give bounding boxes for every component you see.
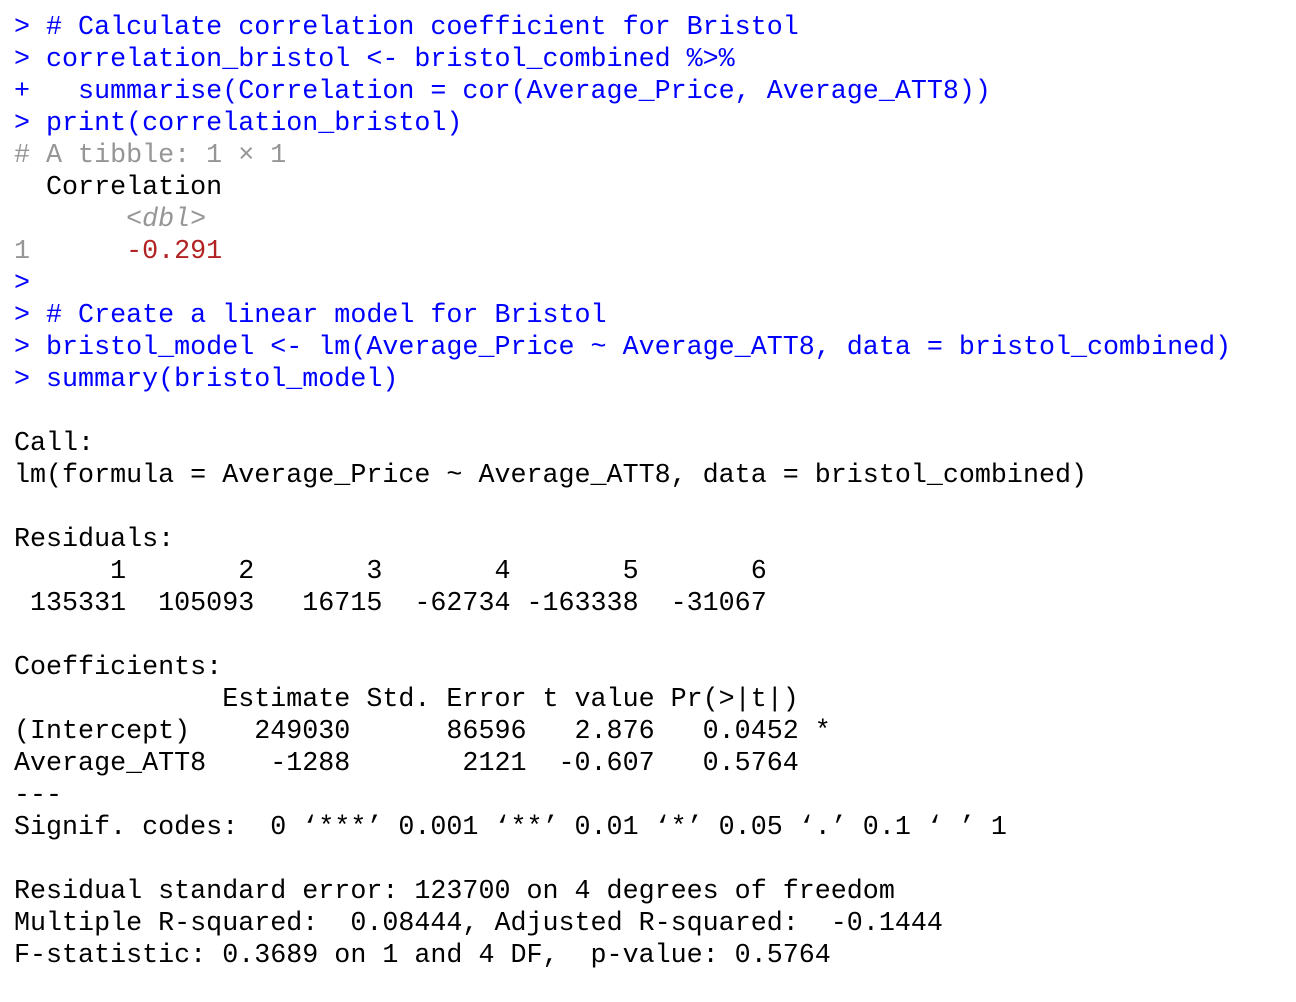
output-residual-se: Residual standard error: 123700 on 4 deg…	[14, 877, 895, 907]
output-coefficients-header: Estimate Std. Error t value Pr(>|t|)	[14, 685, 831, 715]
code-text: print(correlation_bristol)	[46, 109, 463, 139]
code-text: correlation_bristol <- bristol_combined …	[46, 45, 735, 75]
output-coefficients-label: Coefficients:	[14, 653, 223, 683]
console-input-line: > # Create a linear model for Bristol	[14, 300, 1296, 332]
output-residuals-label: Residuals:	[14, 525, 175, 555]
console-input-line: > bristol_model <- lm(Average_Price ~ Av…	[14, 332, 1296, 364]
code-comment: # Create a linear model for Bristol	[46, 301, 607, 331]
prompt-symbol: >	[14, 109, 31, 139]
console-input-line: > summary(bristol_model)	[14, 364, 1296, 396]
correlation-value: -0.291	[126, 237, 223, 267]
output-residuals-index: 1 2 3 4 5 6	[14, 557, 783, 587]
console-input-line: >	[14, 268, 1296, 300]
tibble-header: # A tibble: 1 × 1	[14, 141, 287, 171]
output-call-formula: lm(formula = Average_Price ~ Average_ATT…	[14, 461, 1088, 491]
console-input-line: > correlation_bristol <- bristol_combine…	[14, 44, 1296, 76]
prompt-symbol: >	[14, 0, 30, 11]
tibble-row: 1 -0.291	[14, 236, 1296, 268]
console-line: >	[14, 0, 1296, 12]
code-text: summarise(Correlation = cor(Average_Pric…	[46, 77, 991, 107]
console-input-line: > # Calculate correlation coefficient fo…	[14, 12, 1296, 44]
output-coefficients-row: (Intercept) 249030 86596 2.876 0.0452 *	[14, 717, 831, 747]
prompt-symbol: >	[14, 45, 31, 75]
prompt-symbol: >	[14, 13, 31, 43]
tibble-column-header: Correlation	[14, 173, 223, 203]
output-r-squared: Multiple R-squared: 0.08444, Adjusted R-…	[14, 909, 959, 939]
r-console[interactable]: > > # Calculate correlation coefficient …	[0, 0, 1296, 982]
console-input-line: > print(correlation_bristol)	[14, 108, 1296, 140]
row-index: 1	[14, 237, 31, 267]
output-residuals-values: 135331 105093 16715 -62734 -163338 -3106…	[14, 589, 783, 619]
console-continuation-line: + summarise(Correlation = cor(Average_Pr…	[14, 76, 1296, 108]
code-text: bristol_model <- lm(Average_Price ~ Aver…	[46, 333, 1232, 363]
output-call-label: Call:	[14, 429, 95, 459]
tibble-column-type: <dbl>	[14, 205, 207, 235]
prompt-symbol: >	[14, 365, 31, 395]
code-text: summary(bristol_model)	[46, 365, 399, 395]
output-f-statistic: F-statistic: 0.3689 on 1 and 4 DF, p-val…	[14, 941, 831, 971]
prompt-symbol: >	[14, 333, 31, 363]
prompt-symbol: >	[14, 269, 31, 299]
output-coefficients-row: Average_ATT8 -1288 2121 -0.607 0.5764	[14, 749, 831, 779]
code-comment: # Calculate correlation coefficient for …	[46, 13, 799, 43]
prompt-symbol: >	[14, 301, 31, 331]
output-signif-codes: Signif. codes: 0 ‘***’ 0.001 ‘**’ 0.01 ‘…	[14, 813, 1007, 843]
continuation-symbol: +	[14, 77, 31, 107]
output-separator: ---	[14, 781, 63, 811]
